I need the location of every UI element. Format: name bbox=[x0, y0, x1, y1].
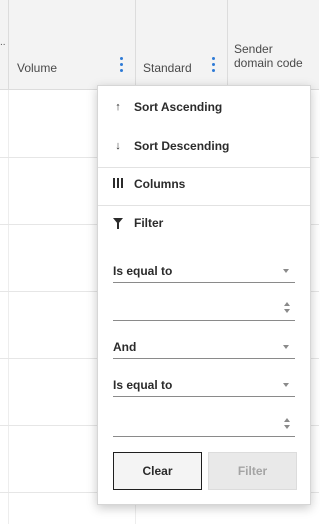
filter-button[interactable]: Filter bbox=[208, 452, 297, 490]
grid-column-line bbox=[8, 90, 9, 524]
sort-ascending-item[interactable]: ↑ Sort Ascending bbox=[98, 88, 310, 126]
columns-item[interactable]: Columns bbox=[98, 165, 310, 203]
sort-descending-item[interactable]: ↓ Sort Descending bbox=[98, 127, 310, 165]
filter-item[interactable]: Filter bbox=[98, 204, 310, 242]
filter-operator-dropdown-1[interactable]: Is equal to bbox=[113, 259, 295, 283]
columns-icon bbox=[113, 177, 123, 191]
sender-line-2: domain code bbox=[234, 56, 303, 70]
chevron-down-icon bbox=[283, 345, 289, 349]
spinner-icon[interactable] bbox=[284, 418, 290, 430]
filter-logic-dropdown[interactable]: And bbox=[113, 335, 295, 359]
filter-value-input-1[interactable] bbox=[113, 297, 295, 321]
filter-label: Filter bbox=[134, 216, 164, 230]
arrow-down-icon: ↓ bbox=[115, 140, 121, 152]
filter-operator-dropdown-2[interactable]: Is equal to bbox=[113, 373, 295, 397]
column-menu-icon[interactable] bbox=[117, 57, 125, 81]
chevron-down-icon bbox=[283, 383, 289, 387]
clear-button[interactable]: Clear bbox=[113, 452, 202, 490]
column-separator[interactable] bbox=[8, 0, 9, 90]
sort-ascending-label: Sort Ascending bbox=[134, 100, 223, 114]
column-header-sender-domain-code[interactable]: Sender domain code bbox=[234, 42, 314, 70]
grid-header: .. Volume Standard Sender domain code bbox=[0, 0, 319, 90]
filter-icon bbox=[113, 217, 123, 229]
columns-label: Columns bbox=[134, 177, 186, 191]
column-header-volume[interactable]: Volume bbox=[17, 61, 57, 75]
sort-descending-label: Sort Descending bbox=[134, 139, 230, 153]
column-menu-icon[interactable] bbox=[209, 57, 217, 81]
sender-line-1: Sender bbox=[234, 42, 273, 56]
filter-operator-value-1: Is equal to bbox=[113, 264, 173, 278]
column-separator[interactable] bbox=[135, 0, 136, 90]
filter-operator-value-2: Is equal to bbox=[113, 378, 173, 392]
column-resize-mark: .. bbox=[0, 37, 6, 48]
filter-logic-value: And bbox=[113, 340, 137, 354]
column-header-standard[interactable]: Standard bbox=[143, 61, 195, 75]
column-separator[interactable] bbox=[227, 0, 228, 90]
column-menu-popup: ↑ Sort Ascending ↓ Sort Descending Colum… bbox=[97, 85, 311, 505]
arrow-up-icon: ↑ bbox=[115, 101, 121, 113]
chevron-down-icon bbox=[283, 269, 289, 273]
spinner-icon[interactable] bbox=[284, 302, 290, 314]
filter-value-input-2[interactable] bbox=[113, 413, 295, 437]
